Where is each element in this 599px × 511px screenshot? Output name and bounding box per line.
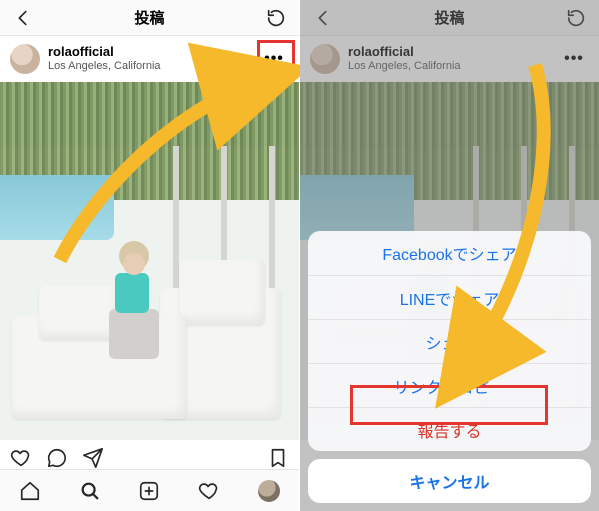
post-photo[interactable] [0,82,299,440]
refresh-button[interactable] [261,0,291,35]
share-icon[interactable] [82,447,104,469]
bottom-tab-bar [0,469,299,511]
home-icon[interactable] [19,480,41,502]
action-sheet-options: Facebookでシェア LINEでシェア シェア リンクをコピー 報告する [308,231,591,451]
sheet-cancel-button[interactable]: キャンセル [308,459,591,503]
avatar [10,44,40,74]
sheet-item-line[interactable]: LINEでシェア [308,275,591,319]
post-author-row[interactable]: rolaofficial Los Angeles, California ••• [0,36,299,82]
profile-tab-avatar[interactable] [258,480,280,502]
username: rolaofficial [48,45,161,60]
activity-icon[interactable] [198,480,220,502]
header-title: 投稿 [134,7,164,28]
right-screen: 投稿 rolaofficial Los Angeles, California … [300,0,599,511]
ellipsis-icon: ••• [264,50,284,68]
chevron-left-icon [12,7,34,29]
author-text: rolaofficial Los Angeles, California [48,45,161,73]
header: 投稿 [0,0,299,36]
like-icon[interactable] [10,447,32,469]
sheet-item-copy-link[interactable]: リンクをコピー [308,363,591,407]
location: Los Angeles, California [48,60,161,73]
sheet-item-report[interactable]: 報告する [308,407,591,451]
sheet-item-share[interactable]: シェア [308,319,591,363]
left-screen: 投稿 rolaofficial Los Angeles, California … [0,0,299,511]
refresh-icon [265,7,287,29]
bookmark-icon[interactable] [267,447,289,469]
back-button[interactable] [8,0,38,35]
action-sheet: Facebookでシェア LINEでシェア シェア リンクをコピー 報告する キ… [308,231,591,503]
comment-icon[interactable] [46,447,68,469]
sheet-item-facebook[interactable]: Facebookでシェア [308,231,591,275]
search-icon[interactable] [79,480,101,502]
add-post-icon[interactable] [138,480,160,502]
more-options-button[interactable]: ••• [259,44,289,74]
